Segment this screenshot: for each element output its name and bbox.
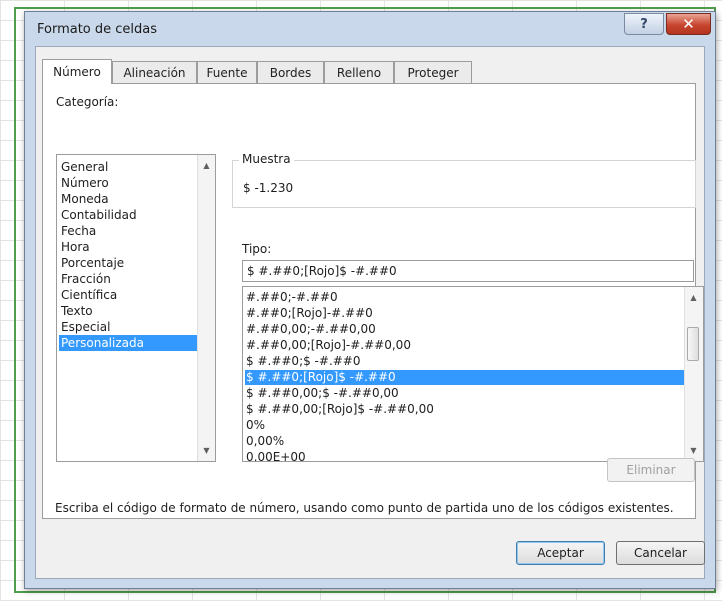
button-label: Cancelar — [634, 546, 687, 560]
dialog-title: Formato de celdas — [37, 22, 158, 37]
close-button[interactable]: ✕ — [666, 13, 711, 35]
category-item-selected[interactable]: Personalizada — [59, 335, 197, 351]
type-input[interactable] — [242, 260, 694, 282]
scroll-up-icon[interactable]: ▲ — [198, 157, 215, 174]
scroll-thumb[interactable] — [687, 327, 699, 361]
help-button[interactable]: ? — [624, 13, 664, 35]
type-item[interactable]: #.##0,00;-#.##0,00 — [245, 322, 684, 337]
sample-group: Muestra $ -1.230 — [232, 152, 696, 208]
type-item[interactable]: #.##0;[Rojo]-#.##0 — [245, 306, 684, 321]
category-label: Categoría: — [56, 95, 119, 109]
sample-legend: Muestra — [239, 152, 294, 166]
title-bar: Formato de celdas ? ✕ — [25, 12, 715, 46]
close-icon: ✕ — [682, 15, 695, 33]
scroll-up-icon[interactable]: ▲ — [685, 289, 702, 306]
tab-proteger[interactable]: Proteger — [394, 61, 472, 83]
cancel-button[interactable]: Cancelar — [616, 541, 705, 565]
category-item[interactable]: Moneda — [59, 191, 197, 207]
category-item[interactable]: Número — [59, 175, 197, 191]
type-item[interactable]: #.##0,00;[Rojo]-#.##0,00 — [245, 338, 684, 353]
type-label: Tipo: — [242, 242, 272, 256]
category-list[interactable]: General Número Moneda Contabilidad Fecha… — [56, 154, 216, 462]
tab-label: Fuente — [206, 65, 248, 80]
tab-label: Relleno — [336, 65, 382, 80]
category-scrollbar[interactable]: ▲ ▼ — [197, 155, 215, 461]
button-label: Eliminar — [626, 463, 676, 477]
tab-label: Número — [53, 65, 101, 79]
tab-numero[interactable]: Número — [42, 59, 112, 84]
instructions-text: Escriba el código de formato de número, … — [55, 501, 674, 515]
category-item[interactable]: General — [59, 159, 197, 175]
scroll-down-icon[interactable]: ▼ — [685, 442, 702, 459]
number-tab-panel: Categoría: General Número Moneda Contabi… — [42, 83, 704, 519]
tab-fuente[interactable]: Fuente — [197, 61, 257, 83]
type-item[interactable]: 0% — [245, 418, 684, 433]
type-item[interactable]: $ #.##0;$ -#.##0 — [245, 354, 684, 369]
sample-value: $ -1.230 — [243, 181, 294, 195]
category-item[interactable]: Científica — [59, 287, 197, 303]
tab-alineacion[interactable]: Alineación — [112, 61, 197, 83]
category-item[interactable]: Contabilidad — [59, 207, 197, 223]
category-item[interactable]: Especial — [59, 319, 197, 335]
category-item[interactable]: Hora — [59, 239, 197, 255]
type-item[interactable]: #.##0;-#.##0 — [245, 290, 684, 305]
tab-relleno[interactable]: Relleno — [324, 61, 394, 83]
button-label: Aceptar — [537, 546, 584, 560]
help-icon: ? — [640, 16, 648, 32]
tab-bordes[interactable]: Bordes — [257, 61, 324, 83]
type-item[interactable]: $ #.##0,00;$ -#.##0,00 — [245, 386, 684, 401]
type-item[interactable]: 0,00% — [245, 434, 684, 449]
delete-button[interactable]: Eliminar — [607, 458, 695, 482]
type-scrollbar[interactable]: ▲ ▼ — [684, 287, 703, 461]
tab-label: Alineación — [123, 65, 186, 80]
tab-label: Bordes — [269, 65, 312, 80]
tab-label: Proteger — [407, 65, 459, 80]
type-item-selected[interactable]: $ #.##0;[Rojo]$ -#.##0 — [245, 370, 684, 385]
category-item[interactable]: Porcentaje — [59, 255, 197, 271]
category-item[interactable]: Texto — [59, 303, 197, 319]
type-item[interactable]: $ #.##0,00;[Rojo]$ -#.##0,00 — [245, 402, 684, 417]
category-item[interactable]: Fracción — [59, 271, 197, 287]
ok-button[interactable]: Aceptar — [516, 541, 605, 565]
format-cells-dialog: Formato de celdas ? ✕ Número Alineación … — [24, 11, 716, 589]
type-list[interactable]: #.##0;-#.##0 #.##0;[Rojo]-#.##0 #.##0,00… — [242, 286, 704, 462]
dialog-body: Número Alineación Fuente Bordes Relleno … — [35, 46, 705, 579]
category-item[interactable]: Fecha — [59, 223, 197, 239]
scroll-down-icon[interactable]: ▼ — [198, 442, 215, 459]
